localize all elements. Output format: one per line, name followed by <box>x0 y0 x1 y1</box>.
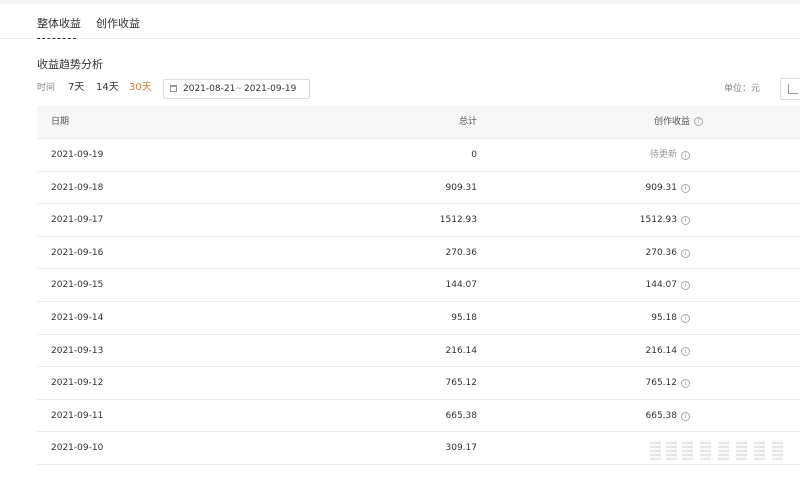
info-circle-icon[interactable]: i <box>681 151 690 160</box>
range-30-days-button[interactable]: 30天 <box>129 81 152 95</box>
row-date: 2021-09-18 <box>51 182 104 193</box>
info-circle-icon[interactable]: i <box>681 183 690 193</box>
date-range-start: 2021-08-21 <box>183 84 236 94</box>
watermark-glyph <box>682 440 693 460</box>
watermark-glyph <box>650 440 661 460</box>
row-creative-earnings: 765.12 <box>645 378 678 389</box>
question-circle-icon[interactable]: ? <box>694 117 703 126</box>
row-total: 909.31 <box>445 182 478 193</box>
range-14-days-button[interactable]: 14天 <box>96 81 119 95</box>
row-creative-earnings: 665.38 <box>645 410 678 421</box>
info-circle-icon[interactable]: i <box>681 216 690 226</box>
table-row: 2021-09-13 216.14 216.14 i <box>37 335 800 368</box>
line-chart-icon <box>788 84 798 94</box>
watermark-glyph <box>666 440 677 460</box>
column-header-creative-label: 创作收益 <box>653 117 690 127</box>
row-date: 2021-09-17 <box>51 215 104 226</box>
watermark-glyph <box>736 440 747 460</box>
row-total: 665.38 <box>445 410 478 421</box>
row-date: 2021-09-13 <box>51 345 104 356</box>
row-date: 2021-09-10 <box>51 443 104 454</box>
row-creative-earnings: 待更新 <box>649 150 677 160</box>
tab-overall-earnings[interactable]: 整体收益 <box>37 17 81 31</box>
row-total: 270.36 <box>445 247 478 258</box>
earnings-table: 日期 总计 创作收益 ? 2021-09-19 0 待更新 i 2021-09-… <box>37 106 800 465</box>
active-tab-indicator <box>37 37 76 39</box>
column-header-date: 日期 <box>51 117 70 127</box>
info-circle-icon[interactable]: i <box>681 346 690 356</box>
row-total: 0 <box>471 150 477 160</box>
row-date: 2021-09-19 <box>51 150 104 160</box>
watermark-glyph <box>772 440 783 460</box>
column-header-creative: 创作收益 ? <box>653 117 703 128</box>
info-circle-icon[interactable]: i <box>681 379 690 389</box>
info-circle-icon[interactable]: i <box>681 313 690 323</box>
section-title: 收益趋势分析 <box>37 58 103 71</box>
info-circle-icon[interactable]: i <box>681 281 690 291</box>
row-total: 144.07 <box>445 280 478 291</box>
calendar-icon <box>170 85 177 92</box>
row-total: 309.17 <box>445 443 478 454</box>
row-date: 2021-09-11 <box>51 410 104 421</box>
time-filter-label: 时间 <box>37 83 56 93</box>
watermark-glyph <box>754 440 765 460</box>
watermark-glyph <box>700 440 711 460</box>
row-date: 2021-09-15 <box>51 280 104 291</box>
table-row: 2021-09-16 270.36 270.36 i <box>37 237 800 270</box>
table-row: 2021-09-19 0 待更新 i <box>37 139 800 172</box>
row-creative-earnings: 95.18 <box>651 312 677 323</box>
chart-toggle-button[interactable] <box>780 78 800 100</box>
range-7-days-button[interactable]: 7天 <box>68 81 84 95</box>
table-row: 2021-09-12 765.12 765.12 i <box>37 367 800 400</box>
row-creative-earnings: 270.36 <box>645 247 678 258</box>
table-row: 2021-09-17 1512.93 1512.93 i <box>37 204 800 237</box>
row-total: 216.14 <box>445 345 478 356</box>
table-row: 2021-09-18 909.31 909.31 i <box>37 172 800 205</box>
date-range-separator: ~ <box>235 84 243 94</box>
row-creative-earnings: 144.07 <box>645 280 678 291</box>
row-total: 95.18 <box>451 312 477 323</box>
row-creative-earnings: 909.31 <box>645 182 678 193</box>
column-header-total: 总计 <box>458 117 477 127</box>
table-row: 2021-09-11 665.38 665.38 i <box>37 400 800 433</box>
table-header: 日期 总计 创作收益 ? <box>37 106 800 139</box>
tab-bar: 整体收益 创作收益 <box>0 4 800 39</box>
row-creative-earnings: 216.14 <box>645 345 678 356</box>
table-row: 2021-09-14 95.18 95.18 i <box>37 302 800 335</box>
unit-label: 单位：元 <box>724 84 761 94</box>
tab-creative-earnings[interactable]: 创作收益 <box>96 17 140 31</box>
date-range-end: 2021-09-19 <box>244 84 297 94</box>
row-date: 2021-09-14 <box>51 312 104 323</box>
table-row: 2021-09-15 144.07 144.07 i <box>37 269 800 302</box>
info-circle-icon[interactable]: i <box>681 411 690 421</box>
watermark-glyph <box>718 440 729 460</box>
row-total: 1512.93 <box>439 215 477 226</box>
row-total: 765.12 <box>445 378 478 389</box>
watermark <box>648 436 788 466</box>
row-date: 2021-09-12 <box>51 378 104 389</box>
date-range-picker[interactable]: 2021-08-21 ~ 2021-09-19 <box>163 79 310 99</box>
info-circle-icon[interactable]: i <box>681 248 690 258</box>
row-date: 2021-09-16 <box>51 247 104 258</box>
row-creative-earnings: 1512.93 <box>639 215 677 226</box>
